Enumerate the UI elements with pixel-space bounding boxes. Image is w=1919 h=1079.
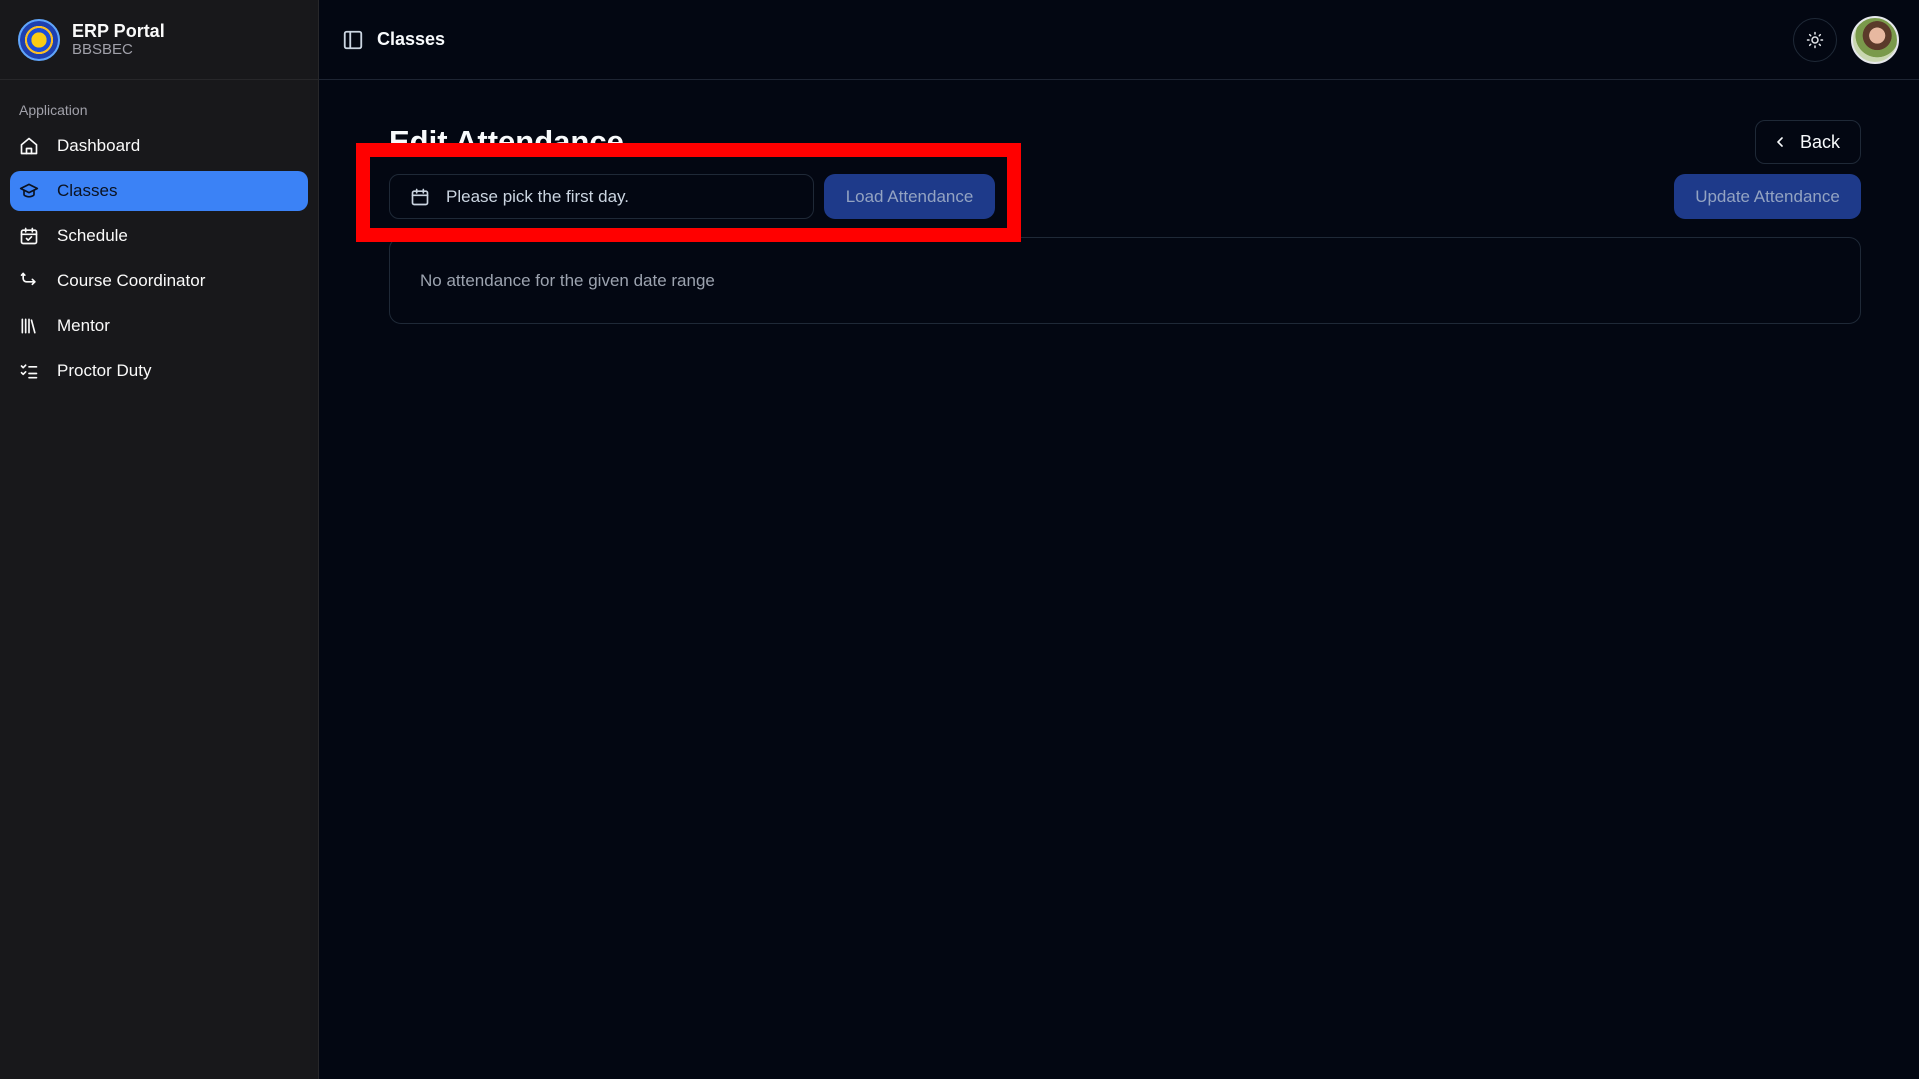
chevron-left-icon xyxy=(1777,137,1783,147)
sidebar-item-schedule[interactable]: Schedule xyxy=(10,216,308,256)
page-content: Edit Attendance Back Please pick the fir… xyxy=(319,80,1919,1079)
empty-state-message: No attendance for the given date range xyxy=(420,270,715,290)
brand-title: ERP Portal xyxy=(72,20,165,41)
back-button[interactable]: Back xyxy=(1754,120,1861,164)
load-attendance-button[interactable]: Load Attendance xyxy=(824,174,995,219)
brand[interactable]: ERP Portal BBSBEC xyxy=(0,0,318,80)
sidebar-item-label: Course Coordinator xyxy=(57,271,206,290)
sidebar-item-label: Mentor xyxy=(57,316,110,335)
attendance-controls: Please pick the first day. Load Attendan… xyxy=(356,143,1861,242)
sidebar-nav: Dashboard Classes Schedule Course Coordi… xyxy=(0,126,318,391)
calendar-check-icon xyxy=(19,226,39,246)
theme-toggle-button[interactable] xyxy=(1793,17,1837,62)
page-breadcrumb: Classes xyxy=(377,29,446,49)
sidebar: ERP Portal BBSBEC Application Dashboard … xyxy=(0,0,319,1079)
brand-text: ERP Portal BBSBEC xyxy=(72,21,165,59)
sidebar-item-dashboard[interactable]: Dashboard xyxy=(10,126,308,166)
page-header: Edit Attendance Back xyxy=(389,120,1861,164)
sidebar-item-label: Schedule xyxy=(57,226,128,245)
sidebar-group-label: Application xyxy=(19,102,88,118)
library-icon xyxy=(19,316,39,336)
sun-icon xyxy=(1806,31,1824,48)
topbar-actions xyxy=(1793,15,1899,64)
panel-left-icon xyxy=(343,30,363,49)
college-logo xyxy=(18,18,60,61)
sidebar-toggle-button[interactable] xyxy=(341,28,365,52)
topbar: Classes xyxy=(319,0,1919,80)
load-controls: Please pick the first day. Load Attendan… xyxy=(356,143,1021,242)
main-area: Classes Edit Attendance Back Please pick… xyxy=(319,0,1919,1079)
user-avatar[interactable] xyxy=(1851,15,1899,64)
sidebar-item-classes[interactable]: Classes xyxy=(10,171,308,211)
app-root: ERP Portal BBSBEC Application Dashboard … xyxy=(0,0,1919,1079)
brand-subtitle: BBSBEC xyxy=(72,41,133,59)
date-picker-placeholder: Please pick the first day. xyxy=(446,186,629,206)
graduation-cap-icon xyxy=(19,181,39,201)
route-icon xyxy=(19,271,39,291)
sidebar-item-label: Proctor Duty xyxy=(57,361,152,380)
page-title: Edit Attendance xyxy=(389,124,624,159)
sidebar-item-label: Classes xyxy=(57,181,118,200)
date-picker-input[interactable]: Please pick the first day. xyxy=(389,174,814,219)
back-button-label: Back xyxy=(1799,131,1840,152)
update-attendance-button[interactable]: Update Attendance xyxy=(1674,174,1861,219)
home-icon xyxy=(19,136,39,156)
sidebar-item-course-coordinator[interactable]: Course Coordinator xyxy=(10,261,308,301)
sidebar-item-mentor[interactable]: Mentor xyxy=(10,306,308,346)
sidebar-item-proctor-duty[interactable]: Proctor Duty xyxy=(10,351,308,391)
sidebar-item-label: Dashboard xyxy=(57,136,141,155)
list-checks-icon xyxy=(19,361,39,381)
calendar-icon xyxy=(411,188,429,205)
attendance-empty-state: No attendance for the given date range xyxy=(389,237,1861,324)
